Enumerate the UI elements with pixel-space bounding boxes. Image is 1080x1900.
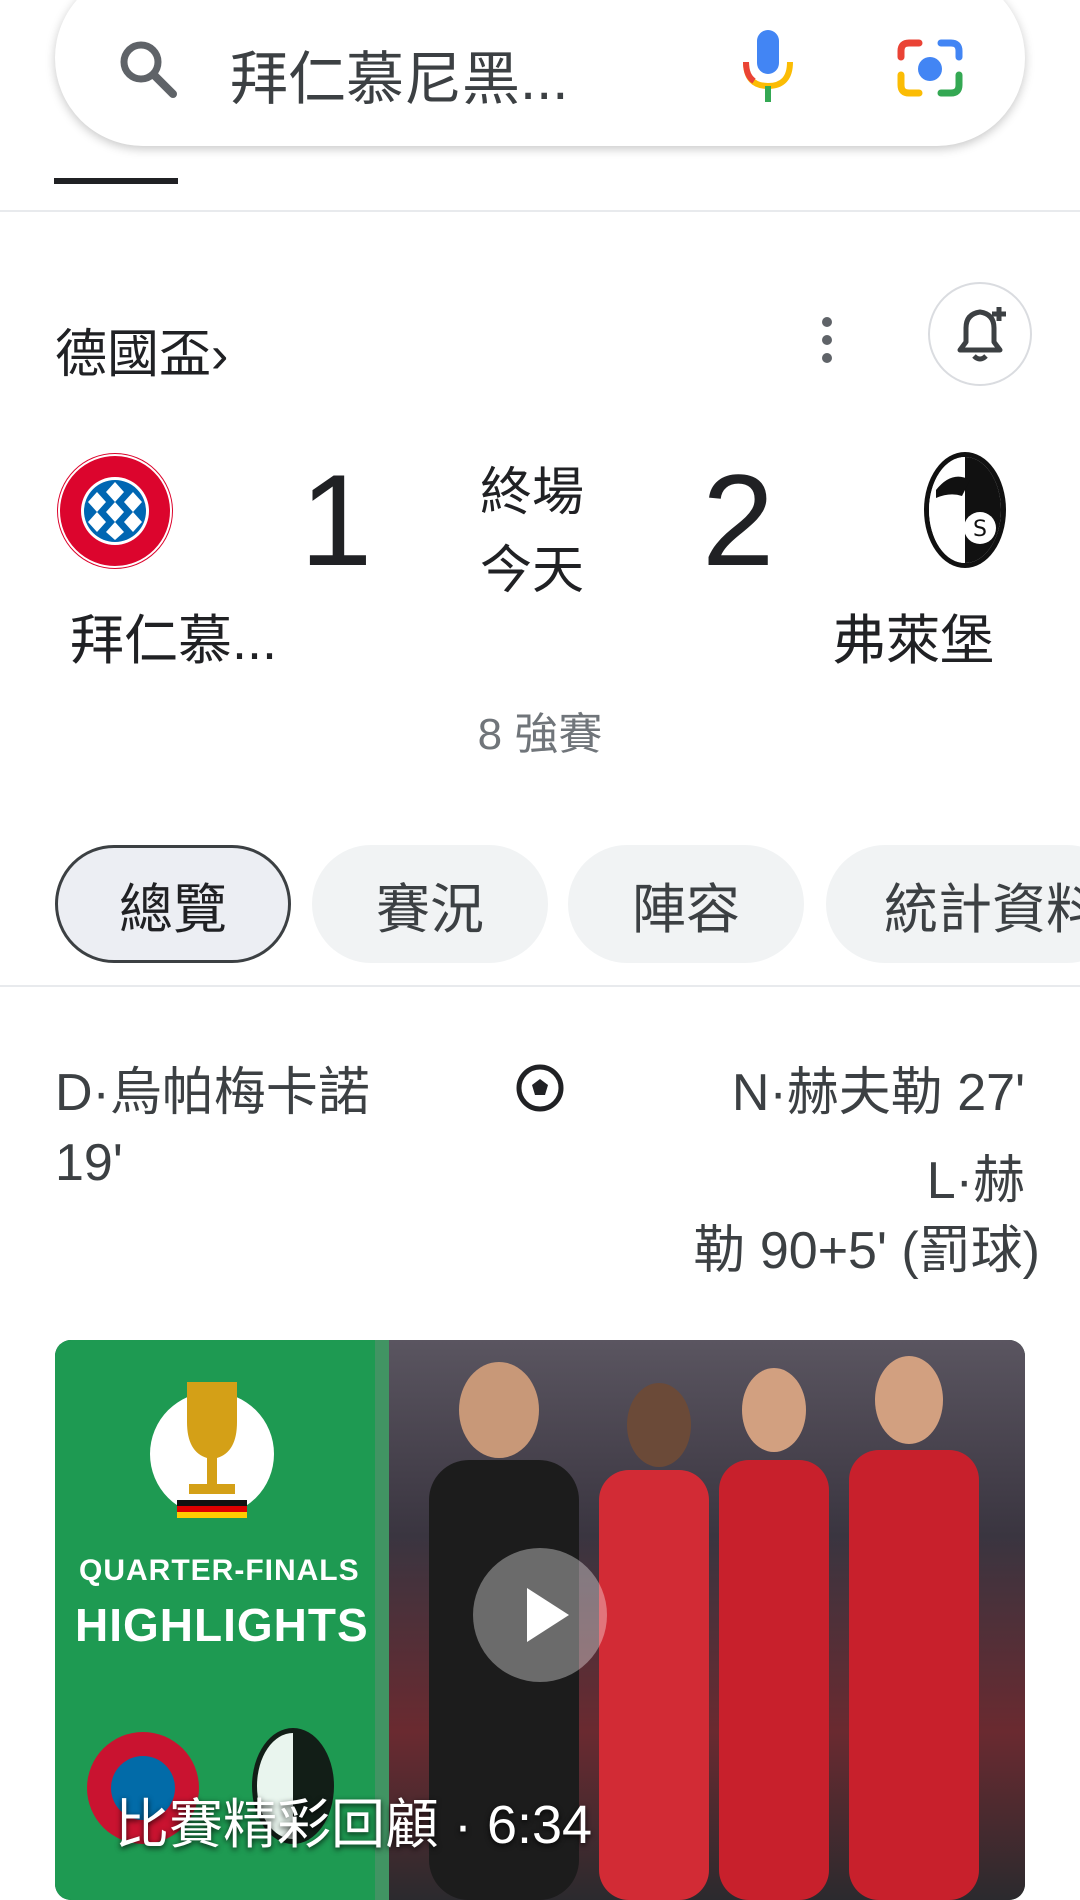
league-name: 德國盃 — [55, 326, 212, 384]
play-icon — [527, 1588, 569, 1642]
freiburg-logo[interactable]: S — [922, 450, 1008, 570]
tab-lineups[interactable]: 陣容 — [568, 845, 804, 963]
play-button[interactable] — [473, 1548, 607, 1682]
away-team-name[interactable]: 弗萊堡 — [832, 596, 994, 675]
notify-button[interactable] — [928, 282, 1032, 386]
highlights-video-card[interactable]: QUARTER-FINALS HIGHLIGHTS 比賽精彩回顧 · 6:34 — [55, 1340, 1025, 1900]
chevron-right-icon: › — [211, 326, 229, 384]
away-score: 2 — [702, 447, 775, 593]
home-team-name[interactable]: 拜仁慕... — [70, 596, 277, 675]
mic-icon[interactable] — [740, 28, 796, 104]
divider — [0, 210, 1080, 212]
lens-icon[interactable] — [895, 35, 965, 101]
svg-text:S: S — [973, 517, 987, 542]
dfb-pokal-logo — [147, 1362, 277, 1522]
divider — [0, 985, 1080, 987]
away-goal-scorer: N·赫夫勒 27' — [731, 1064, 1025, 1122]
home-score: 1 — [300, 447, 373, 593]
active-tab-indicator — [54, 178, 178, 184]
match-date: 今天 — [480, 542, 585, 600]
video-overlay-title: HIGHLIGHTS — [75, 1599, 369, 1651]
league-link[interactable]: 德國盃› — [55, 312, 228, 387]
tab-commentary[interactable]: 賽況 — [312, 845, 548, 963]
match-status: 終場 — [480, 464, 585, 522]
search-input[interactable]: 拜仁慕尼黑... — [230, 32, 568, 116]
round-label: 8 強賽 — [477, 710, 603, 759]
tab-overview[interactable]: 總覽 — [55, 845, 291, 963]
home-goal-scorer: D·烏帕梅卡諾 19' — [55, 1064, 370, 1192]
bell-add-icon — [957, 307, 1006, 362]
search-icon[interactable] — [115, 36, 179, 100]
more-vert-icon[interactable] — [810, 315, 844, 365]
video-overlay-subtitle: QUARTER-FINALS — [79, 1554, 360, 1587]
bayern-logo[interactable] — [56, 452, 174, 570]
tab-stats[interactable]: 統計資料 — [826, 845, 1080, 963]
video-caption: 比賽精彩回顧 · 6:34 — [115, 1795, 593, 1855]
away-goal-scorer: L·赫 — [926, 1152, 1025, 1210]
away-goal-scorer: 勒 90+5' (罰球) — [693, 1222, 1040, 1280]
soccer-ball-icon — [515, 1063, 565, 1113]
